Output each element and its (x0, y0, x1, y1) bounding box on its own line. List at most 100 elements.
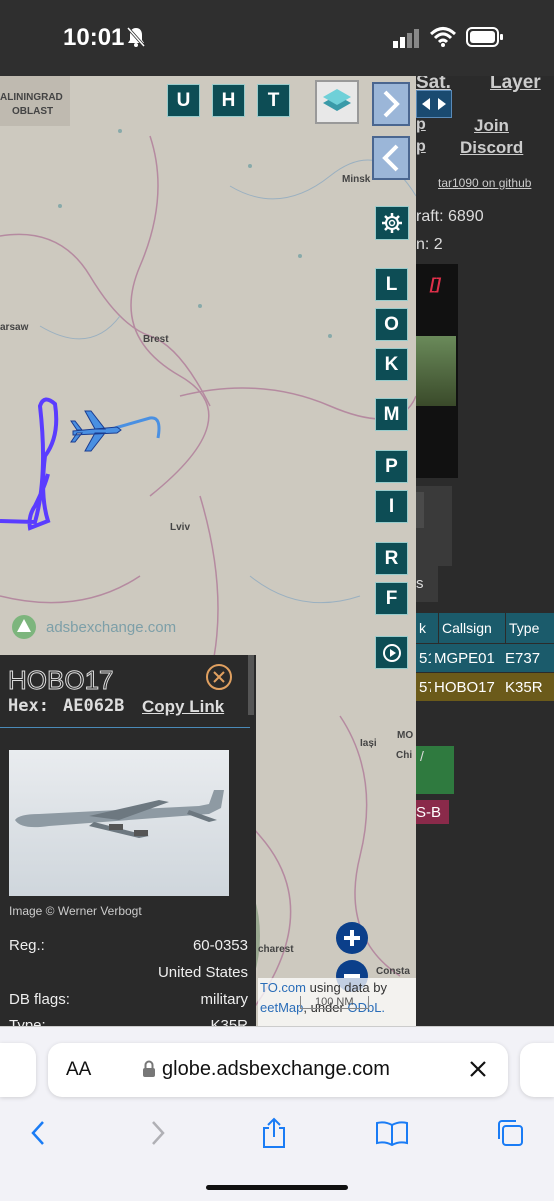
city-label-minsk: Minsk (342, 174, 371, 185)
type-value: K35R (210, 1017, 248, 1026)
aircraft-count: raft: 6890 (416, 208, 484, 225)
gear-icon (382, 213, 402, 233)
panel-scrollbar[interactable] (248, 655, 254, 715)
db-flags-label: DB flags: (9, 991, 70, 1008)
type-row: Type: K35R (9, 1017, 248, 1026)
slash-label: / (420, 748, 424, 764)
close-panel-button[interactable] (206, 664, 232, 690)
toggle-r-button[interactable]: R (375, 542, 408, 575)
discord-link[interactable]: Discord (460, 138, 523, 158)
toggle-p-button[interactable]: P (375, 450, 408, 483)
sidebar-panel: Sat. Layer p p Join Discord tar1090 on g… (416, 76, 554, 1026)
p-link-1[interactable]: p (416, 116, 426, 134)
next-tab-peek[interactable] (520, 1043, 554, 1097)
city-label-lviv: Lviv (170, 522, 191, 533)
share-button[interactable] (254, 1113, 294, 1153)
browser-toolbar: AA globe.adsbexchange.com (0, 1026, 554, 1201)
image-credit: Image © Werner Verbogt (9, 904, 142, 918)
chevron-left-icon (31, 1121, 44, 1145)
s-label: s (416, 574, 424, 592)
copy-link[interactable]: Copy Link (142, 697, 224, 717)
table-cell[interactable]: MGPE01 (431, 644, 505, 672)
toggle-sidebar-width-button[interactable] (416, 90, 452, 118)
city-label-iasi: Iași (360, 738, 377, 749)
table-header-callsign[interactable]: Callsign (439, 613, 505, 643)
city-label-brest: Brest (143, 334, 169, 345)
panel-divider (0, 727, 250, 728)
zoom-in-button[interactable] (336, 922, 368, 954)
chevron-right-icon (152, 1121, 165, 1145)
sb-badge: S-B (416, 800, 449, 824)
toggle-i-button[interactable]: I (375, 490, 408, 523)
attribution-link-2[interactable]: eetMap (260, 1000, 303, 1015)
attribution-text-1: using data by (306, 980, 387, 995)
close-icon (213, 671, 225, 683)
prev-tab-peek[interactable] (0, 1043, 36, 1097)
text-size-button[interactable]: AA (66, 1059, 91, 1081)
green-box: / (416, 746, 454, 794)
city-label-chisinau: Chi (396, 750, 413, 761)
tabs-icon (498, 1120, 523, 1146)
wifi-icon (429, 26, 457, 53)
aircraft-on-screen-count: n: 2 (416, 236, 443, 253)
city-label-oblast: OBLAST (12, 106, 54, 117)
collapse-sidebar-button[interactable] (372, 136, 410, 180)
map-scale: 100 NM (300, 996, 369, 1009)
bookmarks-button[interactable] (372, 1113, 412, 1153)
signal-icon (393, 28, 421, 53)
home-indicator[interactable] (206, 1185, 348, 1190)
toggle-k-button[interactable]: K (375, 348, 408, 381)
s-button[interactable]: s (416, 564, 438, 602)
table-cell[interactable]: HOBO17 (431, 673, 505, 701)
city-label-kaliningrad: ALININGRAD (0, 92, 63, 103)
aircraft-info-panel: HOBO17 Hex: AE062B Copy Link Image © Wer… (0, 655, 256, 1026)
photo-preview-box: [] (416, 264, 458, 478)
table-cell[interactable]: E737 (502, 644, 554, 672)
share-icon (263, 1117, 285, 1148)
toggle-l-button[interactable]: L (375, 268, 408, 301)
table-header-k[interactable]: k (416, 613, 438, 643)
layers-button[interactable] (315, 80, 359, 124)
plus-icon (344, 930, 360, 946)
status-time: 10:01 (63, 24, 125, 51)
status-bar: 10:01 (0, 0, 554, 76)
table-cell[interactable]: K35R (502, 673, 554, 701)
toggle-t-button[interactable]: T (257, 84, 290, 117)
layer-link[interactable]: Layer (490, 76, 541, 94)
replay-button[interactable] (375, 636, 408, 669)
github-link[interactable]: tar1090 on github (438, 176, 531, 190)
toggle-o-button[interactable]: O (375, 308, 408, 341)
arrows-horizontal-icon (422, 98, 446, 110)
city-label-constanta: Consta (376, 966, 410, 977)
settings-button[interactable] (375, 206, 409, 240)
expand-sidebar-button[interactable] (372, 82, 410, 126)
toggle-h-button[interactable]: H (212, 84, 245, 117)
join-link[interactable]: Join (474, 116, 509, 136)
table-header-type[interactable]: Type (506, 613, 554, 643)
chevron-right-icon (383, 90, 400, 118)
battery-icon (466, 26, 504, 53)
db-flags-value: military (200, 991, 249, 1008)
p-link-2[interactable]: p (416, 138, 426, 156)
address-bar[interactable]: AA globe.adsbexchange.com (48, 1043, 508, 1097)
attribution-link-1[interactable]: TO.com (260, 980, 306, 995)
replay-icon (382, 643, 401, 662)
bell-off-icon (126, 26, 146, 48)
clear-url-button[interactable] (468, 1059, 488, 1084)
tabs-button[interactable] (490, 1113, 530, 1153)
back-button[interactable] (18, 1113, 58, 1153)
reg-label: Reg.: (9, 937, 45, 954)
brackets-label: [] (430, 276, 441, 293)
toggle-u-button[interactable]: U (167, 84, 200, 117)
toggle-f-button[interactable]: F (375, 582, 408, 615)
filter-box (416, 486, 452, 566)
toggle-m-button[interactable]: M (375, 398, 408, 431)
dbflags-row: DB flags: military (9, 991, 248, 1008)
aircraft-photo[interactable] (9, 750, 229, 896)
reg-value: 60-0353 (192, 937, 248, 954)
layers-icon (323, 89, 351, 111)
type-label: Type: (9, 1017, 46, 1026)
url-text[interactable]: globe.adsbexchange.com (162, 1058, 390, 1081)
forward-button[interactable] (138, 1113, 178, 1153)
thumbnail-image (416, 336, 456, 406)
